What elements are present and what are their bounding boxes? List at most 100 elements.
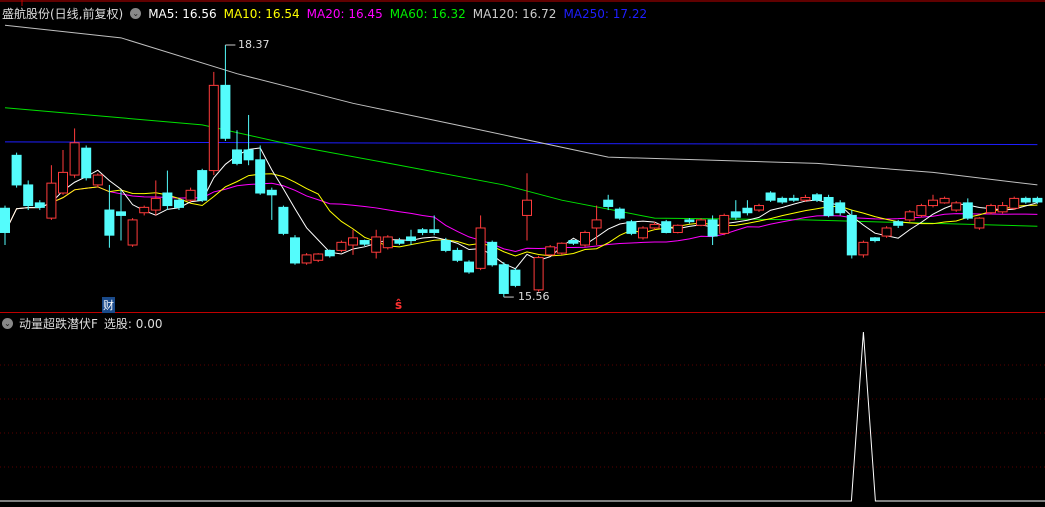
candle [835,200,846,216]
candle-body [406,236,416,242]
candle-body [11,154,22,186]
candle [81,145,92,181]
candle-body [116,211,126,216]
candle [406,229,416,246]
candle-body [754,205,764,211]
candle [197,168,208,202]
candle [730,200,741,220]
candle [568,239,579,246]
candle-body [626,221,637,234]
annotations [225,44,514,298]
candle-body [846,214,857,256]
candle-body [533,257,544,291]
candle [58,149,68,195]
stock-title: 盛航股份(日线,前复权) [2,7,124,21]
candle [127,218,138,247]
candle-body [324,249,335,257]
candle [997,201,1008,214]
indicator-line [0,331,1045,502]
candle-body [394,240,405,244]
candle-body [348,237,358,246]
candle [266,187,277,220]
candle [556,242,567,255]
candle [371,229,382,259]
candle [765,191,776,202]
candle [452,247,463,263]
indicator-value: 选股: 0.00 [103,317,163,331]
candle-body [707,219,718,237]
ma10-line [4,173,1038,257]
candle-body [986,205,996,214]
chevron-down-icon[interactable]: ⌄ [2,318,13,329]
candle [638,226,648,240]
candle [116,190,126,241]
candle-body [881,227,892,237]
candle-body [371,236,382,253]
ma10-label: MA10: 16.54 [223,6,300,21]
candle-body [81,147,92,179]
candle-body [962,202,973,219]
candle-body [255,159,266,194]
candle [870,236,880,243]
chevron-down-icon[interactable]: ⌄ [130,8,142,19]
candle [881,226,892,238]
candle [974,217,985,230]
candle-body [823,196,834,216]
candle-body [266,189,277,196]
candle-body [556,242,567,254]
candle-body [301,254,312,264]
candlesticks[interactable] [0,45,1043,298]
candle [232,130,242,166]
sell-signal-marker[interactable]: ŝ [395,298,402,312]
candle [626,219,637,236]
candle [522,173,532,241]
candle [324,249,335,258]
candle-body [858,241,869,256]
candle-body [870,237,880,242]
candle-body [591,219,602,229]
candle [92,173,103,188]
finance-marker[interactable]: 财 [102,297,115,313]
candle-body [568,240,579,244]
candle [429,215,440,236]
candle-body [150,197,161,211]
candle-body [730,211,741,218]
candle-body [243,149,254,161]
candle-body [475,227,486,269]
candle [603,194,614,211]
candle-body [939,197,950,204]
high-price-label: 18.37 [238,38,270,51]
candle-body [464,261,474,273]
candle [696,218,706,227]
candle-body [777,197,788,203]
ma120-line [4,24,1038,186]
candle [394,237,405,246]
candle-body [638,227,648,239]
candle [986,203,996,215]
candle-body [417,229,428,233]
candle-body [127,219,138,246]
candle [707,215,718,246]
candle-body [498,264,509,294]
candle [1020,196,1031,204]
candle-body [1032,197,1043,203]
candle-body [313,253,324,261]
candle-body [545,246,556,256]
candle-body [197,170,208,201]
chart-canvas[interactable] [0,0,1045,507]
candle-body [510,269,521,286]
candle-body [603,199,614,207]
candle [487,240,498,267]
candle-body [336,241,347,251]
candle [382,235,393,250]
candle-body [951,202,962,211]
candle-body [788,197,799,201]
candle [498,262,509,298]
candle-body [672,224,683,233]
candle-body [232,149,242,164]
candle-body [904,211,915,221]
candle-body [649,223,660,229]
candle-body [580,231,590,246]
candle [777,196,788,204]
candle-body [208,84,219,172]
